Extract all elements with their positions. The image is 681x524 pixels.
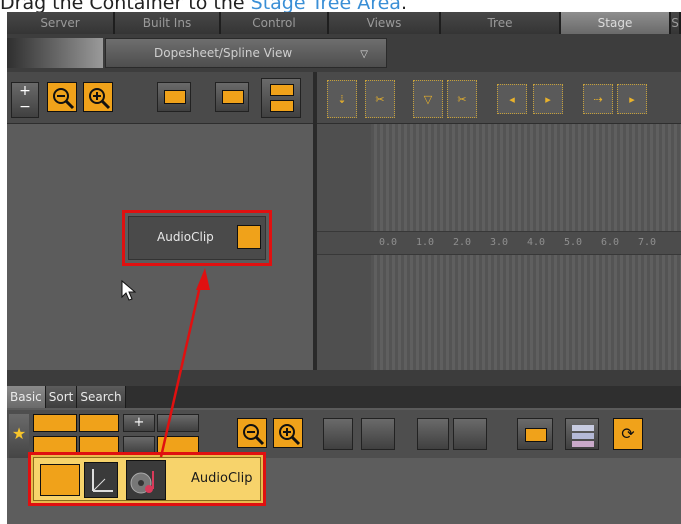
tick-label: 6.0 [601,237,620,248]
magnifier-plus-icon [89,88,111,110]
view-selector-gradient [7,38,103,68]
magnifier-plus-icon [279,424,301,446]
tick-label: 5.0 [564,237,583,248]
tab-control[interactable]: Control [221,12,329,34]
tree-expand-button[interactable] [361,418,395,450]
right-toolbar: ⇣ ✂ ▽ ✂ ◂ ▸ ⇢ ▸ [317,72,681,124]
magnifier-minus-icon [243,424,265,446]
container-icon [237,225,261,249]
tab-built-ins[interactable]: Built Ins [115,12,221,34]
application-window: Server Built Ins Control Views Tree Stag… [7,12,681,524]
tab-views[interactable]: Views [329,12,441,34]
top-tabs: Server Built Ins Control Views Tree Stag… [7,12,681,34]
key-filter-cut-button[interactable]: ✂ [447,80,477,118]
key-filter-button[interactable]: ▽ [413,80,443,118]
tab-search[interactable]: Search [77,386,126,408]
magnifier-minus-icon [53,88,75,110]
layers-mid-icon [572,433,594,439]
audioclip-node[interactable]: AudioClip [122,210,272,266]
tab-stage[interactable]: Stage [561,12,671,34]
tick-label: 1.0 [416,237,435,248]
mouse-cursor-icon [121,279,137,301]
instruction-text: Drag the Container to the Stage Tree Are… [0,0,681,14]
view-selector-dropdown[interactable]: Dopesheet/Spline View ▽ [105,38,387,68]
tick-label: 2.0 [453,237,472,248]
zoom-in-button[interactable] [83,82,113,112]
timeline-ruler: 0.0 1.0 2.0 3.0 4.0 5.0 6.0 7.0 [317,231,681,255]
key-ease-out-button[interactable]: ▸ [533,84,563,114]
container-c-icon [164,90,186,104]
bottom-toolbar: ★ + ⟳ [7,410,681,458]
audio-icon [126,460,166,500]
container-a-icon [222,90,244,104]
tick-label: 7.0 [638,237,657,248]
refresh-button[interactable]: ⟳ [613,418,643,450]
bottom-zoom-out-button[interactable] [237,418,267,448]
container-stack-button[interactable] [261,78,301,118]
key-down-button[interactable]: ⇣ [327,80,357,118]
view-selector-row: Dopesheet/Spline View ▽ [7,34,681,72]
zoom-out-button[interactable] [47,82,77,112]
node-tool-2-button[interactable] [79,414,119,432]
tick-label: 3.0 [490,237,509,248]
view-selector-label: Dopesheet/Spline View [154,46,293,60]
audioclip-container-body: AudioClip [33,457,261,501]
add-node-button[interactable]: + [123,414,155,432]
container-c-button[interactable] [157,82,191,112]
audioclip-container[interactable]: AudioClip [28,452,266,506]
tick-label: 4.0 [527,237,546,248]
tab-server[interactable]: Server [7,12,115,34]
tree-view-button[interactable] [323,418,353,450]
audioclip-node-body: AudioClip [128,216,266,260]
key-ease-in-button[interactable]: ◂ [497,84,527,114]
key-link-button[interactable]: ⇢ [583,84,613,114]
tab-sort[interactable]: Sort [45,386,78,408]
bottom-zoom-in-button[interactable] [273,418,303,448]
tick-label: 0.0 [379,237,398,248]
axis-graph-icon [92,469,113,492]
bottom-tabs: Basic Sort Search [7,386,681,408]
tab-tree[interactable]: Tree [441,12,561,34]
container-c-bottom-button[interactable] [517,418,553,450]
chevron-down-icon: ▽ [360,49,368,60]
container-a-button[interactable] [215,82,249,112]
audioclip-container-label: AudioClip [191,471,253,486]
left-toolbar: + − [7,72,313,124]
stack-top-icon [270,84,294,96]
key-next-button[interactable]: ▸ [617,84,647,114]
layers-bottom-icon [572,441,594,447]
tab-basic[interactable]: Basic [7,386,46,408]
tab-s[interactable]: S [671,12,681,34]
stack-bottom-icon [270,100,294,112]
audioclip-node-label: AudioClip [157,230,214,244]
node-icon [40,464,80,496]
layers-icon [572,425,594,431]
refresh-icon: ⟳ [621,424,635,443]
node-tool-1-button[interactable] [33,414,77,432]
dopesheet-area[interactable]: 0.0 1.0 2.0 3.0 4.0 5.0 6.0 7.0 [317,124,681,370]
container-c-icon [525,428,547,442]
music-disc-icon [130,471,154,494]
tree-unlink-button[interactable] [453,418,487,450]
layers-button[interactable] [565,418,599,450]
key-cut-button[interactable]: ✂ [365,80,395,118]
zoom-plus-minus-button[interactable]: + − [11,82,39,118]
node-tool-4-button[interactable] [157,414,199,432]
axis-icon [84,462,118,498]
tree-link-button[interactable] [417,418,449,450]
favorites-star-icon[interactable]: ★ [9,414,29,458]
